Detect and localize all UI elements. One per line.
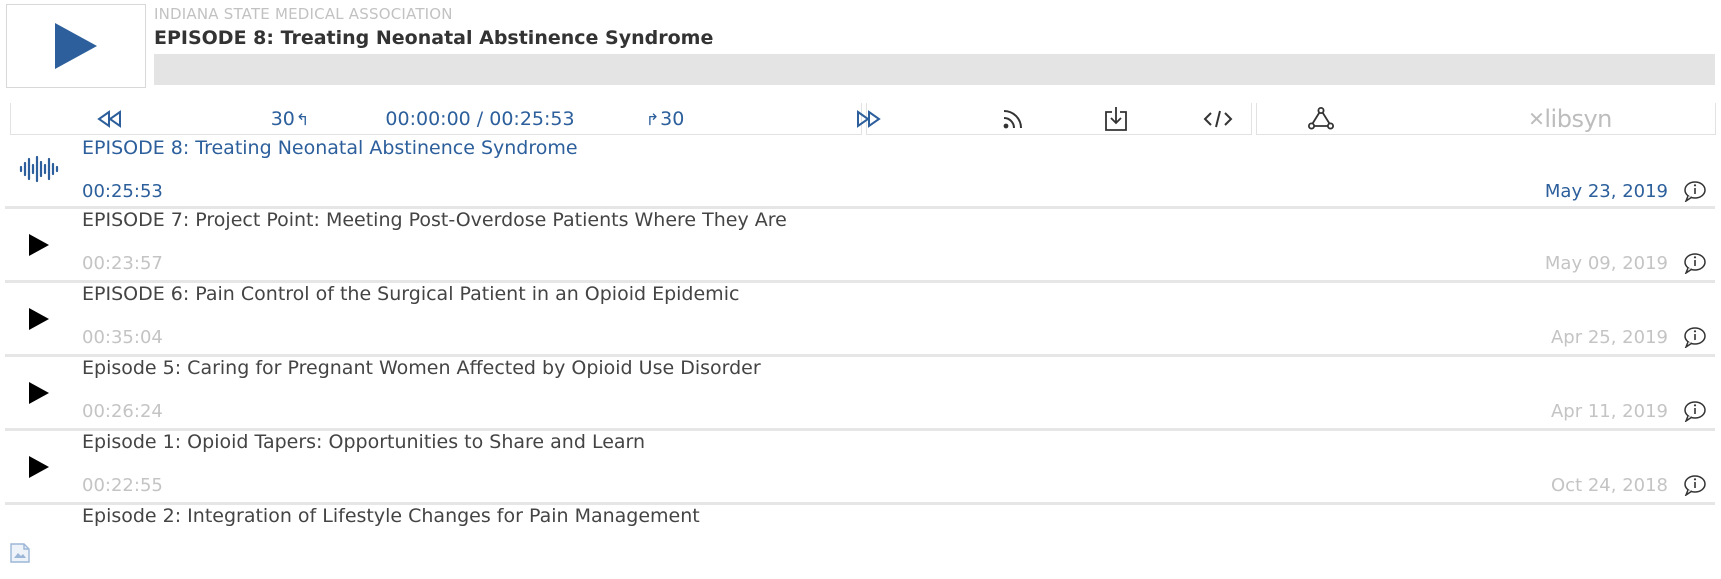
info-icon[interactable] (1683, 400, 1707, 422)
episode-item-title[interactable]: Episode 1: Opioid Tapers: Opportunities … (82, 431, 645, 453)
download-icon (1105, 107, 1127, 131)
forward-30-button[interactable]: ↱ 30 (640, 103, 690, 135)
libsyn-brand: libsyn (1544, 105, 1612, 133)
episode-duration: 00:22:55 (82, 475, 163, 496)
episode-item-title[interactable]: Episode 5: Caring for Pregnant Women Aff… (82, 357, 761, 379)
info-icon[interactable] (1683, 474, 1707, 496)
episode-list: EPISODE 8: Treating Neonatal Abstinence … (5, 137, 1715, 529)
share-icon (1308, 107, 1334, 130)
rewind-icon (97, 110, 121, 128)
info-icon[interactable] (1683, 252, 1707, 274)
play-icon (55, 23, 97, 69)
rotate-left-icon: ↰ (295, 109, 310, 129)
episode-duration: 00:35:04 (82, 327, 163, 348)
episode-duration: 00:25:53 (82, 181, 163, 202)
list-item[interactable]: EPISODE 8: Treating Neonatal Abstinence … (5, 137, 1715, 209)
list-item[interactable]: Episode 2: Integration of Lifestyle Chan… (5, 505, 1715, 529)
play-button[interactable] (19, 519, 59, 529)
play-icon (29, 382, 49, 404)
episode-item-title[interactable]: EPISODE 8: Treating Neonatal Abstinence … (82, 137, 578, 159)
rss-icon (1003, 110, 1022, 129)
episode-duration: 00:26:24 (82, 401, 163, 422)
episode-date: Apr 11, 2019 (1550, 401, 1668, 422)
episode-item-title[interactable]: Episode 2: Integration of Lifestyle Chan… (82, 505, 700, 527)
play-button[interactable] (19, 297, 59, 341)
episode-date: Oct 24, 2018 (1551, 475, 1668, 496)
player-controls: 30 ↰ 00:00:00 / 00:25:53 ↱ 30 ✕ libsyn (10, 103, 1716, 135)
waveform-icon (19, 155, 59, 183)
rotate-right-icon: ↱ (645, 109, 660, 129)
back-30-label: 30 (270, 108, 295, 130)
progress-bar[interactable] (154, 54, 1715, 85)
rewind-button[interactable] (90, 103, 130, 135)
list-item[interactable]: Episode 1: Opioid Tapers: Opportunities … (5, 431, 1715, 505)
play-icon (29, 308, 49, 330)
episode-duration: 00:23:57 (82, 253, 163, 274)
play-button[interactable] (19, 371, 59, 415)
embed-button[interactable] (1200, 103, 1236, 135)
code-icon (1203, 110, 1233, 128)
episode-date: May 23, 2019 (1544, 181, 1668, 202)
info-icon[interactable] (1683, 326, 1707, 348)
back-30-button[interactable]: 30 ↰ (265, 103, 315, 135)
main-play-button[interactable] (6, 4, 146, 88)
play-button[interactable] (19, 223, 59, 267)
forward-30-label: 30 (660, 108, 685, 130)
libsyn-mark-icon: ✕ (1528, 107, 1545, 131)
org-name: INDIANA STATE MEDICAL ASSOCIATION (154, 5, 453, 23)
episode-item-title[interactable]: EPISODE 7: Project Point: Meeting Post-O… (82, 209, 787, 231)
info-icon[interactable] (1683, 180, 1707, 202)
list-item[interactable]: Episode 5: Caring for Pregnant Women Aff… (5, 357, 1715, 431)
download-button[interactable] (1098, 103, 1134, 135)
share-button[interactable] (1303, 103, 1339, 135)
rss-button[interactable] (995, 103, 1031, 135)
player-header: INDIANA STATE MEDICAL ASSOCIATION EPISOD… (0, 0, 1721, 93)
list-item[interactable]: EPISODE 6: Pain Control of the Surgical … (5, 283, 1715, 357)
episode-date: Apr 25, 2019 (1550, 327, 1668, 348)
episode-item-title[interactable]: EPISODE 6: Pain Control of the Surgical … (82, 283, 739, 305)
fast-forward-icon (857, 110, 881, 128)
play-icon (29, 234, 49, 256)
controls-divider (866, 103, 1252, 135)
play-button[interactable] (19, 445, 59, 489)
episode-date: May 09, 2019 (1544, 253, 1668, 274)
time-display: 00:00:00 / 00:25:53 (385, 108, 575, 130)
play-icon (29, 456, 49, 478)
fast-forward-button[interactable] (848, 103, 888, 135)
list-item[interactable]: EPISODE 7: Project Point: Meeting Post-O… (5, 209, 1715, 283)
broken-image-icon (10, 543, 30, 563)
libsyn-logo[interactable]: ✕ libsyn (1500, 103, 1640, 135)
episode-title: EPISODE 8: Treating Neonatal Abstinence … (154, 27, 714, 49)
now-playing-button[interactable] (19, 147, 59, 191)
